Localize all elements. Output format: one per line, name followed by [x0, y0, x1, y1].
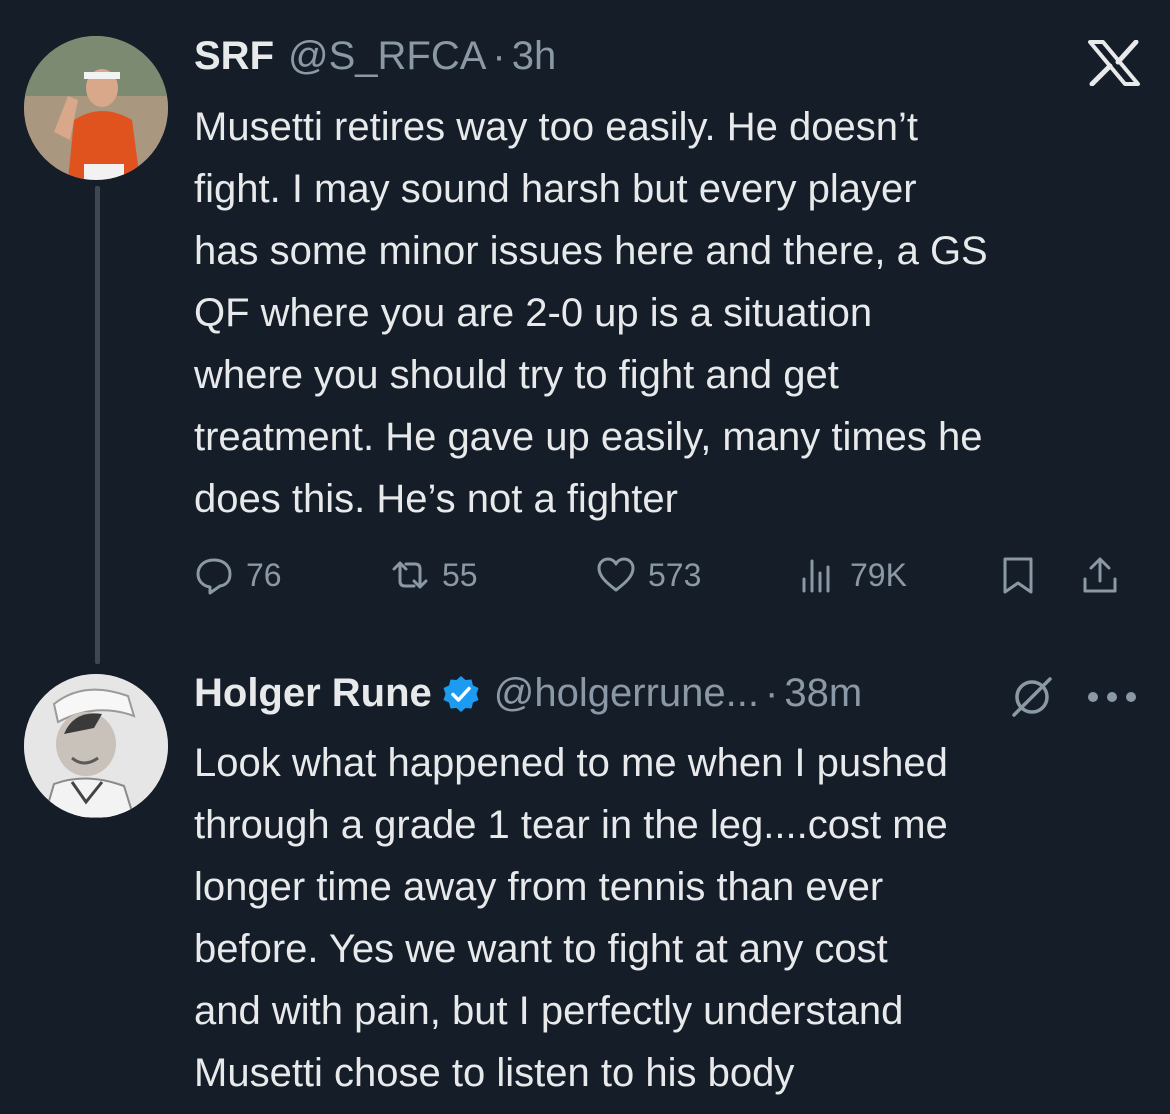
author-name[interactable]: Holger Rune — [194, 671, 432, 716]
avatar[interactable] — [24, 674, 168, 818]
views-button[interactable]: 79K — [798, 550, 907, 600]
like-button[interactable]: 573 — [596, 550, 701, 600]
post-timestamp[interactable]: 38m — [784, 671, 862, 716]
reply-text: Look what happened to me when I pushed t… — [194, 732, 1154, 1104]
repost-button[interactable]: 55 — [390, 550, 478, 600]
avatar-image — [24, 674, 168, 818]
post-text-line: fight. I may sound harsh but every playe… — [194, 167, 917, 211]
post-text-line: Musetti retires way too easily. He doesn… — [194, 105, 919, 149]
x-logo-icon — [1088, 40, 1140, 86]
post-text-line: does this. He’s not a fighter — [194, 477, 678, 521]
reply-text-line: Look what happened to me when I pushed — [194, 741, 948, 785]
post-text: Musetti retires way too easily. He doesn… — [194, 96, 1154, 530]
views-count: 79K — [850, 556, 907, 593]
post-text-line: where you should try to fight and get — [194, 353, 839, 397]
bookmark-icon — [1003, 557, 1033, 594]
bookmark-button[interactable] — [998, 550, 1038, 600]
post-header: SRF @S_RFCA · 3h — [194, 34, 556, 79]
separator-dot: · — [492, 34, 506, 78]
avatar-image — [24, 36, 168, 180]
repost-icon — [392, 561, 428, 589]
avatar[interactable] — [24, 36, 168, 180]
reply-text-line: longer time away from tennis than ever — [194, 865, 884, 909]
author-name[interactable]: SRF — [194, 34, 274, 79]
reply-icon — [196, 558, 232, 595]
grok-icon[interactable] — [1010, 675, 1054, 719]
post-text-line: QF where you are 2-0 up is a situation — [194, 291, 873, 335]
share-button[interactable] — [1080, 550, 1120, 600]
post-action-bar: 76 55 573 79K — [194, 550, 1144, 600]
separator-dot: · — [765, 671, 779, 715]
more-icon[interactable] — [1086, 690, 1138, 704]
author-handle[interactable]: @S_RFCA — [288, 34, 486, 79]
post-text-line: has some minor issues here and there, a … — [194, 229, 988, 273]
reply-text-line: Musetti chose to listen to his body — [194, 1051, 795, 1095]
reply-text-line: before. Yes we want to fight at any cost — [194, 927, 888, 971]
share-icon — [1083, 557, 1117, 593]
reply-count: 76 — [246, 556, 282, 593]
like-count: 573 — [648, 556, 702, 593]
thread-connector-line — [95, 186, 100, 664]
reply-button[interactable]: 76 — [194, 550, 282, 600]
post-timestamp[interactable]: 3h — [512, 34, 557, 79]
reply-text-line: and with pain, but I perfectly understan… — [194, 989, 904, 1033]
post-header: Holger Rune @holgerrune... · 38m — [194, 671, 862, 716]
author-handle[interactable]: @holgerrune... — [494, 671, 759, 716]
post-text-line: treatment. He gave up easily, many times… — [194, 415, 983, 459]
reply-text-line: through a grade 1 tear in the leg....cos… — [194, 803, 948, 847]
verified-badge-icon — [442, 675, 480, 713]
views-icon — [802, 559, 830, 593]
repost-count: 55 — [442, 556, 478, 593]
heart-icon — [597, 557, 635, 592]
